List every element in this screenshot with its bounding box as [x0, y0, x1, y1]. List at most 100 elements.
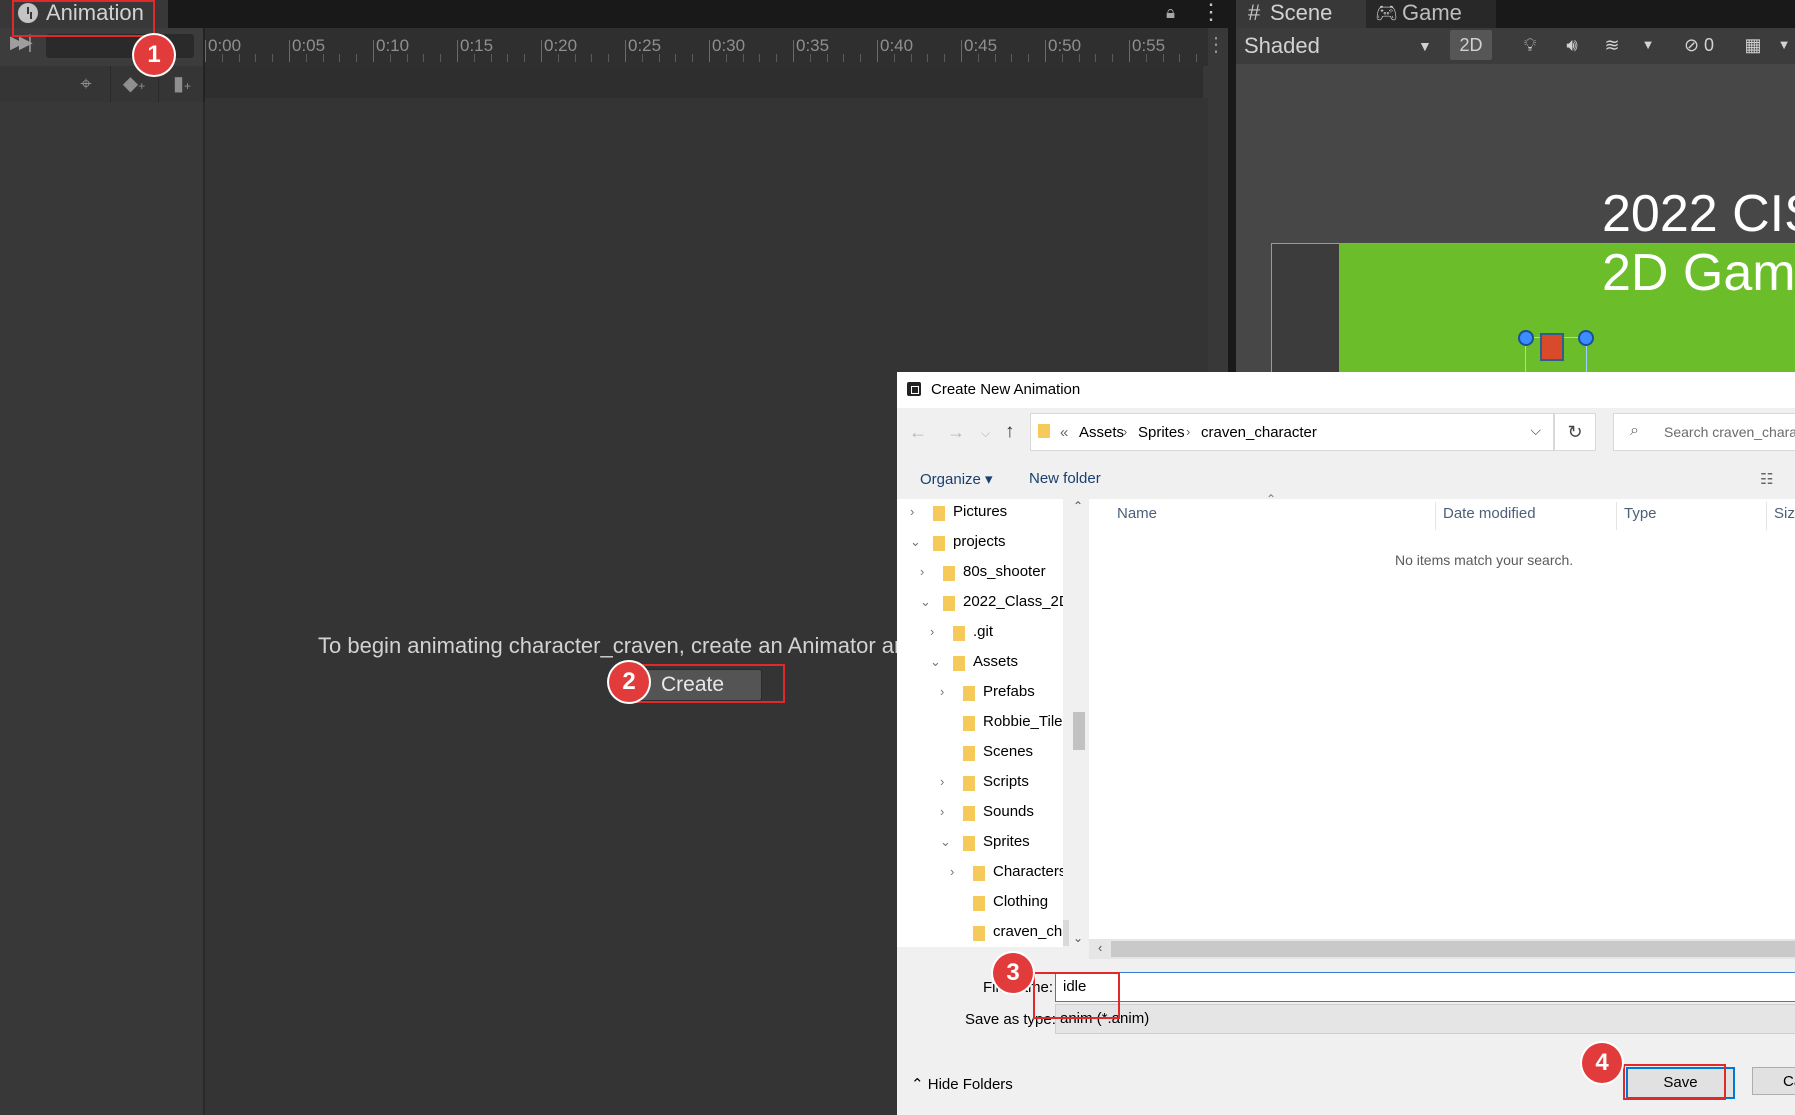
breadcrumb-craven-character[interactable]: craven_character: [1201, 424, 1317, 441]
tool-divider: [110, 66, 111, 102]
tree-item[interactable]: › Pictures: [897, 499, 1063, 525]
chevron-right-icon[interactable]: ›: [940, 679, 952, 705]
tree-item[interactable]: ⌄ Sprites: [897, 829, 1063, 855]
file-name-input[interactable]: idle: [1055, 972, 1795, 1002]
address-bar[interactable]: « Assets › Sprites › craven_character ⌵: [1030, 413, 1554, 451]
tab-game[interactable]: 🎮︎ Game: [1366, 0, 1496, 28]
refresh-icon[interactable]: ↻: [1554, 413, 1596, 451]
folder-icon: [973, 926, 985, 941]
chevron-down-icon[interactable]: ⌄: [940, 829, 952, 855]
chevron-right-icon[interactable]: ›: [940, 799, 952, 825]
ruler-minor-tick: [742, 54, 744, 62]
eye-slash-icon: ⊘: [1683, 35, 1700, 55]
grid-icon[interactable]: ▦: [1736, 30, 1770, 60]
save-type-dropdown[interactable]: anim (*.anim): [1055, 1004, 1795, 1034]
chevron-down-icon[interactable]: ⌄: [920, 589, 932, 615]
scroll-up-icon[interactable]: ⌃: [1073, 499, 1083, 513]
chevron-right-icon[interactable]: ›: [950, 859, 962, 885]
ruler-tick-label: 0:10: [376, 36, 410, 55]
ruler-tick-label: 0:05: [292, 36, 326, 55]
callout-box-1: [12, 0, 155, 37]
hide-folders-toggle[interactable]: ⌃ Hide Folders: [911, 1075, 1013, 1093]
tree-item[interactable]: Clothing: [897, 889, 1063, 915]
column-date-modified[interactable]: Date modified: [1443, 505, 1536, 522]
ruler-major-tick: [961, 40, 962, 62]
tree-item-label: Sounds: [983, 803, 1034, 820]
breadcrumb-prefix: «: [1060, 424, 1069, 441]
up-arrow-icon[interactable]: ↑: [1005, 421, 1015, 443]
resize-handle[interactable]: [1518, 330, 1534, 346]
scroll-down-icon[interactable]: ⌄: [1073, 931, 1083, 945]
tree-item[interactable]: ⌄ projects: [897, 529, 1063, 555]
chevron-down-icon: ▼: [1418, 38, 1432, 54]
ruler-menu-icon[interactable]: ⋮: [1206, 32, 1226, 57]
column-divider[interactable]: [1616, 502, 1617, 530]
breadcrumb-sprites[interactable]: Sprites: [1138, 424, 1185, 441]
shading-mode-dropdown[interactable]: Shaded ▼: [1236, 30, 1438, 62]
chevron-down-icon[interactable]: ⌵: [1530, 422, 1541, 439]
add-event-icon[interactable]: ▮+: [160, 66, 204, 102]
new-folder-button[interactable]: New folder: [1029, 470, 1101, 487]
back-arrow-icon[interactable]: ←: [909, 422, 927, 443]
scroll-thumb[interactable]: [1111, 941, 1795, 957]
horizontal-scrollbar[interactable]: ‹: [1089, 939, 1795, 959]
lock-icon[interactable]: 🔒︎: [1166, 3, 1175, 23]
ruler-minor-tick: [1162, 54, 1164, 62]
tree-item-label: Clothing: [993, 893, 1049, 910]
chevron-down-icon[interactable]: ▼: [1774, 30, 1794, 60]
chevron-down-icon[interactable]: ⌄: [930, 649, 942, 675]
column-divider[interactable]: [1435, 502, 1436, 530]
recent-chevron-icon[interactable]: ⌵: [981, 426, 990, 441]
forward-arrow-icon[interactable]: →: [947, 422, 965, 443]
breadcrumb-assets[interactable]: Assets: [1079, 424, 1124, 441]
tree-item[interactable]: › Characters: [897, 859, 1063, 885]
ruler-minor-tick: [658, 54, 660, 62]
folder-icon: [933, 536, 945, 551]
folder-tree[interactable]: › Pictures ⌄ projects › 80s_shooter ⌄ 2022_Clas…: [897, 499, 1063, 947]
column-name[interactable]: Name: [1117, 505, 1157, 522]
scroll-thumb[interactable]: [1073, 712, 1085, 750]
hidden-objects-toggle[interactable]: ⊘ 0: [1668, 30, 1730, 60]
tree-item[interactable]: craven_cha: [897, 919, 1063, 945]
ruler-minor-tick: [1078, 54, 1080, 62]
resize-handle[interactable]: [1578, 330, 1594, 346]
effects-icon[interactable]: ≋: [1596, 30, 1628, 60]
chevron-right-icon[interactable]: ›: [920, 559, 932, 585]
chevron-down-icon[interactable]: ▼: [1634, 30, 1662, 60]
scroll-left-icon[interactable]: ‹: [1098, 940, 1102, 955]
organize-menu[interactable]: Organize ▾: [920, 470, 993, 488]
tree-item[interactable]: Scenes: [897, 739, 1063, 765]
hash-icon: #: [1248, 0, 1261, 25]
lightbulb-icon[interactable]: 💡︎: [1514, 30, 1546, 60]
column-size[interactable]: Siz: [1774, 505, 1795, 522]
dialog-title-bar[interactable]: Create New Animation: [897, 372, 1795, 408]
kebab-menu-icon[interactable]: ⋮: [1200, 0, 1222, 24]
search-input[interactable]: ⌕ Search craven_character: [1613, 413, 1795, 451]
chevron-down-icon[interactable]: ⌄: [910, 529, 922, 555]
chevron-right-icon[interactable]: ›: [910, 499, 922, 525]
toggle-2d-button[interactable]: 2D: [1450, 30, 1492, 60]
tree-item[interactable]: › Scripts: [897, 769, 1063, 795]
tree-item[interactable]: Robbie_Tile: [897, 709, 1063, 735]
tree-item[interactable]: › Prefabs: [897, 679, 1063, 705]
tree-item[interactable]: › Sounds: [897, 799, 1063, 825]
unity-icon: [907, 382, 921, 396]
audio-icon[interactable]: 🔊︎: [1556, 30, 1588, 60]
tree-item[interactable]: ⌄ 2022_Class_2D_: [897, 589, 1063, 615]
chevron-right-icon[interactable]: ›: [940, 769, 952, 795]
ruler-minor-tick: [860, 54, 862, 62]
tree-item[interactable]: › .git: [897, 619, 1063, 645]
column-divider[interactable]: [1766, 502, 1767, 530]
tab-scene[interactable]: # Scene: [1236, 0, 1366, 28]
view-options-icon[interactable]: ☷: [1760, 470, 1773, 488]
tree-item[interactable]: ⌄ Assets: [897, 649, 1063, 675]
character-sprite[interactable]: [1540, 333, 1564, 361]
ruler-minor-tick: [641, 54, 643, 62]
tree-item[interactable]: › 80s_shooter: [897, 559, 1063, 585]
column-type[interactable]: Type: [1624, 505, 1657, 522]
tree-scrollbar[interactable]: ⌃ ⌄: [1069, 499, 1089, 947]
cancel-button[interactable]: Ca: [1752, 1067, 1795, 1095]
chevron-right-icon[interactable]: ›: [930, 619, 942, 645]
crosshair-icon[interactable]: ⌖: [64, 66, 108, 102]
game-title-line1: 2022 CIS: [1602, 185, 1795, 243]
